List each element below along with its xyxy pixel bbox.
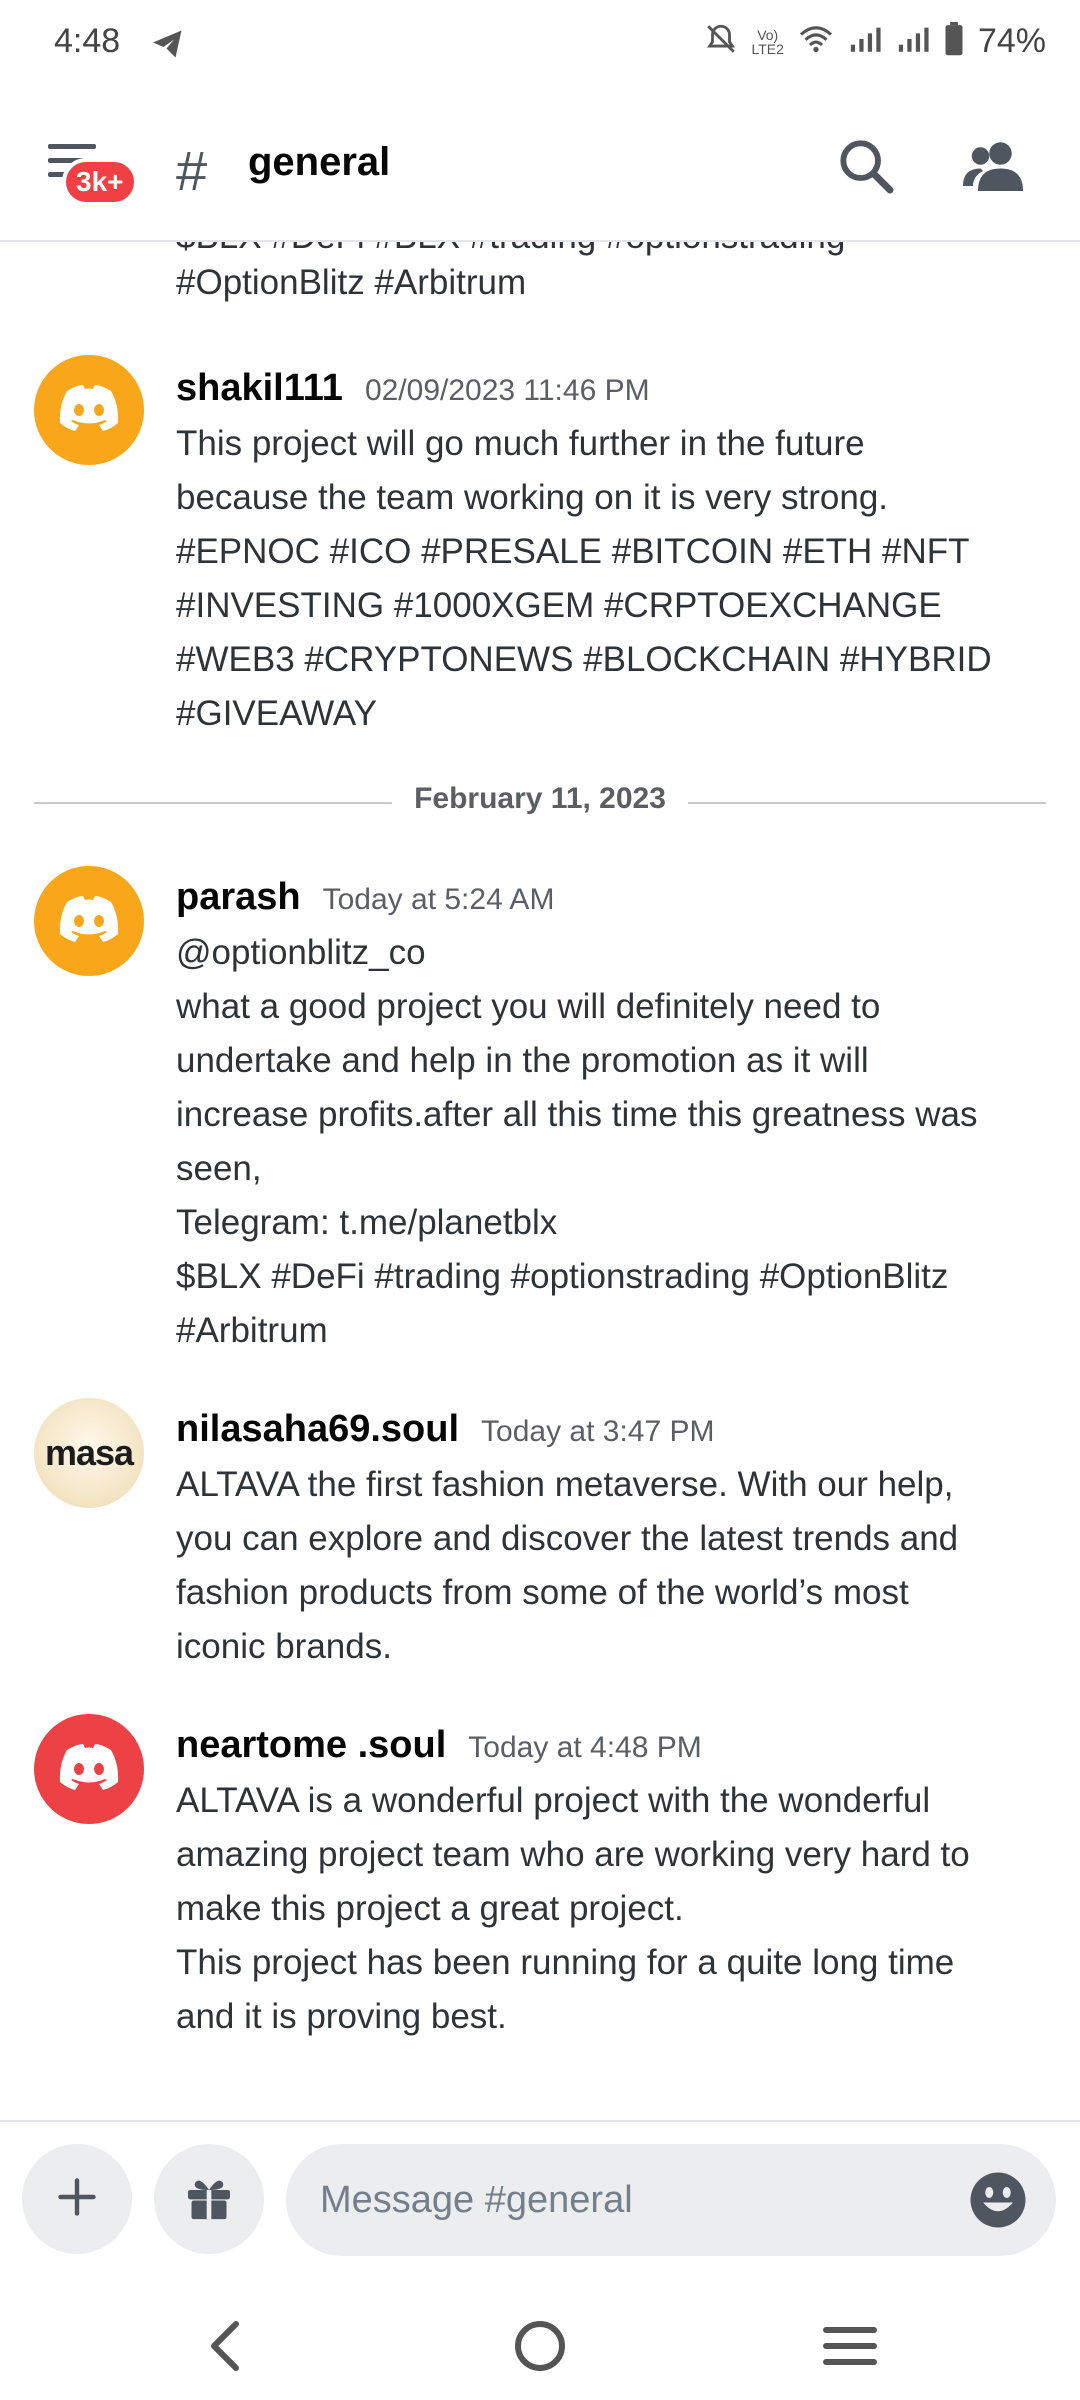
timestamp: Today at 5:24 AM xyxy=(322,883,555,916)
channel-hash-icon: # xyxy=(176,139,208,202)
home-icon xyxy=(500,2321,580,2382)
telegram-icon xyxy=(150,26,186,67)
message-line: ALTAVA is a wonderful project with the w… xyxy=(176,1781,931,1820)
mute-icon xyxy=(704,22,738,61)
message-line: make this project a great project. xyxy=(176,1889,684,1928)
message-line: seen, xyxy=(176,1149,262,1188)
plus-icon xyxy=(55,2175,99,2224)
gift-button[interactable] xyxy=(154,2144,264,2254)
previous-message-tail: $BLX #DeFi #BLX #trading #optionstrading… xyxy=(176,217,845,310)
search-icon xyxy=(834,140,898,202)
signal-icon xyxy=(848,24,882,59)
discord-logo-icon xyxy=(57,894,121,949)
message-line: increase profits.after all this time thi… xyxy=(176,1095,978,1134)
back-button[interactable] xyxy=(188,2314,268,2378)
volte-icon: Vo) LTE2 xyxy=(751,26,784,57)
message-body: ALTAVA is a wonderful project with the w… xyxy=(176,1774,1056,2044)
message-line: This project has been running for a quit… xyxy=(176,1943,955,1982)
members-button[interactable] xyxy=(958,134,1028,198)
username[interactable]: nilasaha69.soul xyxy=(176,1408,459,1451)
username[interactable]: shakil111 xyxy=(176,367,343,410)
previous-message-last-line: #OptionBlitz #Arbitrum xyxy=(176,263,527,302)
battery-icon xyxy=(944,22,964,61)
message-body: ALTAVA the first fashion metaverse. With… xyxy=(176,1458,1056,1674)
timestamp: 02/09/2023 11:46 PM xyxy=(364,374,650,407)
username[interactable]: neartome .soul xyxy=(176,1724,446,1767)
avatar-logo-text: masa xyxy=(44,1432,134,1473)
emoji-icon xyxy=(968,2172,1028,2234)
back-icon xyxy=(188,2321,268,2382)
timestamp: Today at 3:47 PM xyxy=(481,1415,715,1448)
timestamp: Today at 4:48 PM xyxy=(468,1731,702,1764)
message-line: @optionblitz_co xyxy=(176,933,426,972)
message-line: #INVESTING #1000XGEM #CRPTOEXCHANGE xyxy=(176,586,942,625)
unread-badge: 3k+ xyxy=(62,158,138,206)
home-button[interactable] xyxy=(500,2314,580,2378)
recent-apps-button[interactable] xyxy=(810,2314,890,2378)
divider-line xyxy=(688,802,1046,804)
channel-title: general xyxy=(248,140,391,184)
gift-icon xyxy=(181,2169,237,2230)
message-line: #EPNOC #ICO #PRESALE #BITCOIN #ETH #NFT xyxy=(176,532,970,571)
message-line: and it is proving best. xyxy=(176,1997,507,2036)
message-line: amazing project team who are working ver… xyxy=(176,1835,970,1874)
message-line: #Arbitrum xyxy=(176,1311,328,1350)
message-line: #GIVEAWAY xyxy=(176,694,377,733)
message-header: nilasaha69.soul Today at 3:47 PM xyxy=(176,1408,714,1451)
date-divider-label: February 11, 2023 xyxy=(414,782,666,815)
message-line: what a good project you will definitely … xyxy=(176,987,881,1026)
message-line: undertake and help in the promotion as i… xyxy=(176,1041,869,1080)
discord-logo-icon xyxy=(57,1742,121,1797)
message-composer xyxy=(0,2120,1080,2292)
avatar[interactable] xyxy=(34,866,144,976)
message-header: shakil111 02/09/2023 11:46 PM xyxy=(176,367,650,410)
date-divider: February 11, 2023 xyxy=(34,782,1046,822)
emoji-button[interactable] xyxy=(968,2170,1028,2230)
message-input[interactable] xyxy=(286,2144,1056,2256)
avatar[interactable] xyxy=(34,355,144,465)
username[interactable]: parash xyxy=(176,876,301,919)
message-line: Telegram: t.me/planetblx xyxy=(176,1203,558,1242)
avatar[interactable] xyxy=(34,1714,144,1824)
message-header: neartome .soul Today at 4:48 PM xyxy=(176,1724,702,1767)
message-header: parash Today at 5:24 AM xyxy=(176,876,554,919)
message-line: #WEB3 #CRYPTONEWS #BLOCKCHAIN #HYBRID xyxy=(176,640,992,679)
message-line: This project will go much further in the… xyxy=(176,424,865,463)
message-line: ALTAVA the first fashion metaverse. With… xyxy=(176,1465,954,1504)
status-icons: Vo) LTE2 74% xyxy=(704,22,1046,61)
search-button[interactable] xyxy=(834,134,898,198)
members-icon xyxy=(958,142,1028,202)
status-bar: 4:48 Vo) LTE2 74% xyxy=(0,0,1080,90)
system-navigation-bar xyxy=(0,2290,1080,2400)
signal-icon xyxy=(896,24,930,59)
status-time: 4:48 xyxy=(54,22,121,60)
message-body: This project will go much further in the… xyxy=(176,417,1056,741)
message-line: you can explore and discover the latest … xyxy=(176,1519,959,1558)
message-line: fashion products from some of the world’… xyxy=(176,1573,909,1612)
message-line: $BLX #DeFi #trading #optionstrading #Opt… xyxy=(176,1257,949,1296)
avatar[interactable]: masa xyxy=(34,1398,144,1508)
add-attachment-button[interactable] xyxy=(22,2144,132,2254)
wifi-icon xyxy=(798,24,834,59)
recent-apps-icon xyxy=(810,2327,890,2382)
message-body: @optionblitz_co what a good project you … xyxy=(176,926,1056,1358)
channel-header: 3k+ # general xyxy=(0,90,1080,242)
message-line: because the team working on it is very s… xyxy=(176,478,889,517)
discord-logo-icon xyxy=(57,383,121,438)
message-line: iconic brands. xyxy=(176,1627,392,1666)
battery-percent: 74% xyxy=(977,22,1046,60)
